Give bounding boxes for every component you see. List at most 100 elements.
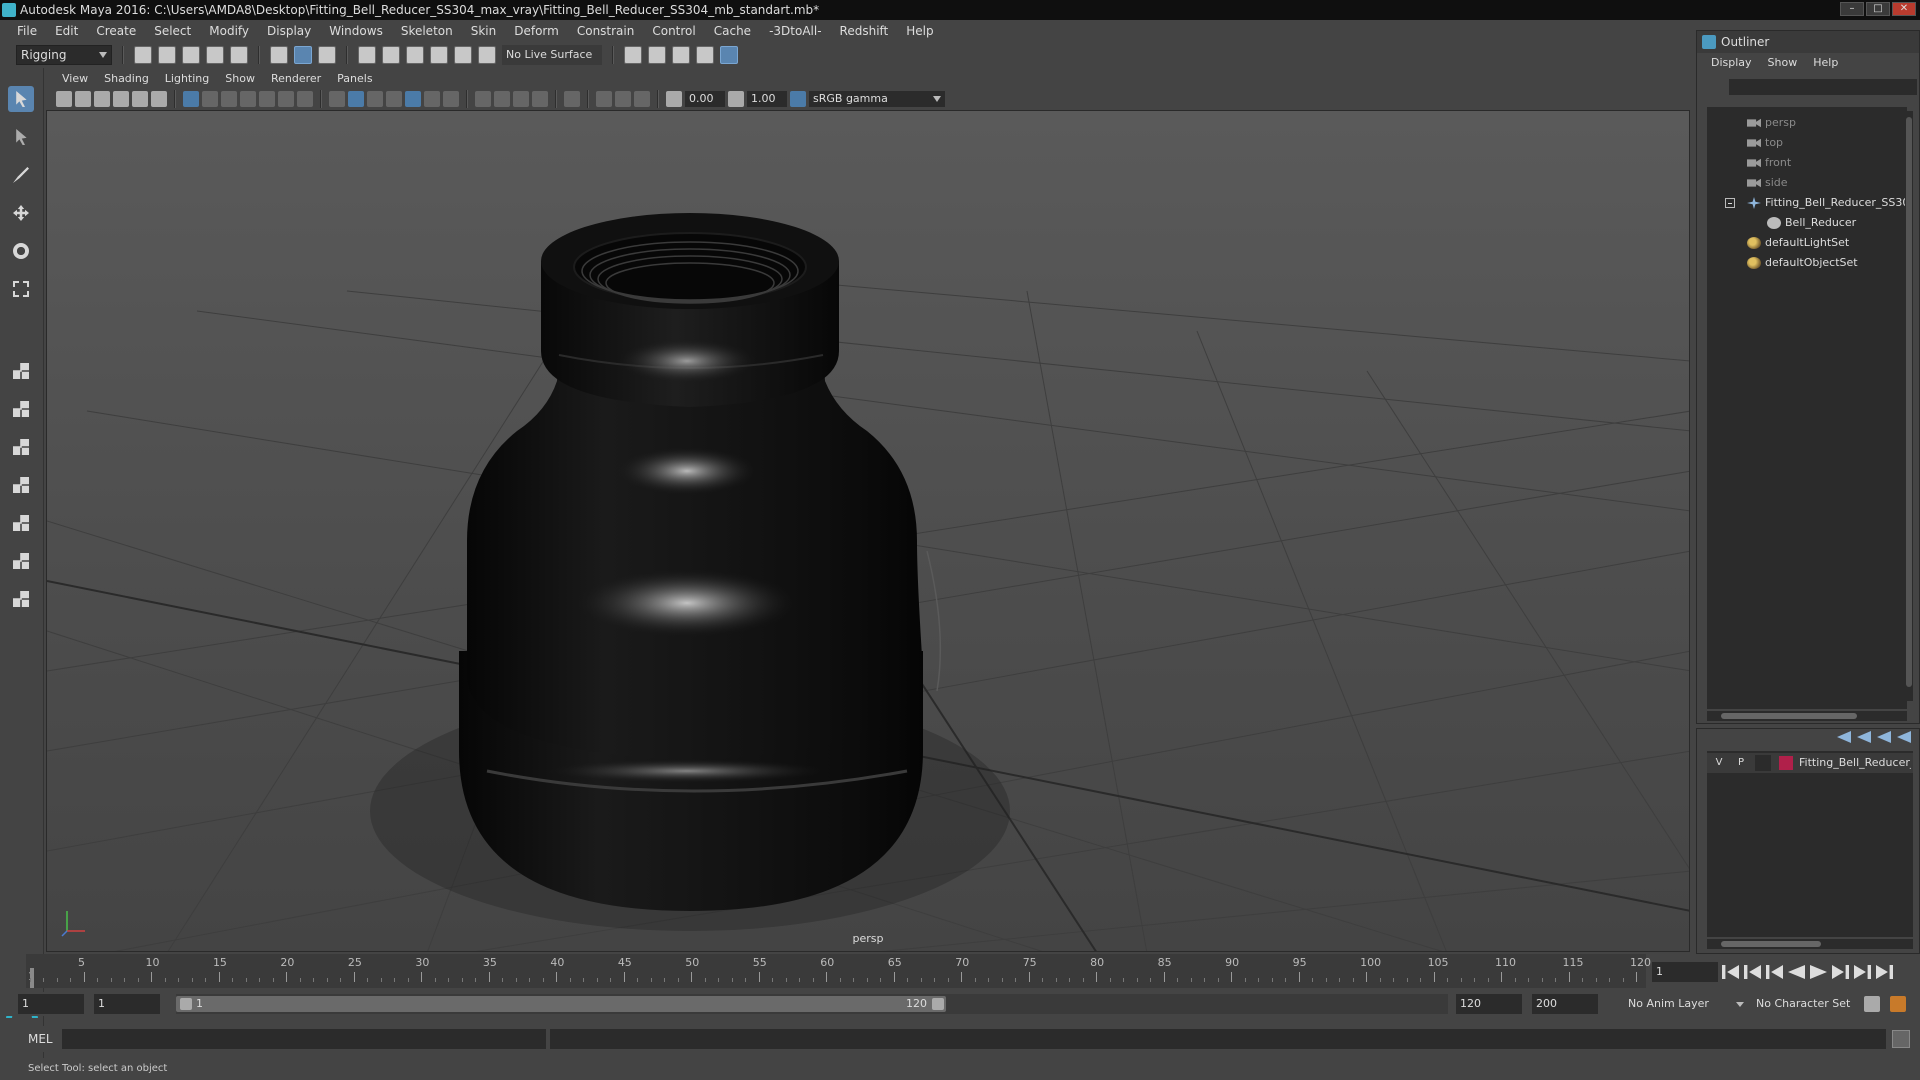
panel-menu-shading[interactable]: Shading — [96, 70, 157, 88]
menu-deform[interactable]: Deform — [505, 20, 568, 42]
menu-3dtoall[interactable]: -3DtoAll- — [760, 20, 830, 42]
select-hierarchy-icon[interactable] — [270, 46, 288, 64]
xray-icon[interactable] — [596, 91, 612, 107]
menu-constrain[interactable]: Constrain — [568, 20, 644, 42]
outliner-item[interactable]: defaultLightSet — [1707, 233, 1849, 253]
film-gate-icon[interactable] — [202, 91, 218, 107]
menu-help[interactable]: Help — [897, 20, 942, 42]
side-by-side-layout[interactable] — [8, 434, 34, 460]
snap-point-icon[interactable] — [406, 46, 424, 64]
gamma-icon[interactable] — [728, 91, 744, 107]
menuset-dropdown[interactable]: Rigging — [16, 45, 112, 65]
step-back-frame-icon[interactable] — [1766, 965, 1783, 979]
camera-attributes-icon[interactable] — [75, 91, 91, 107]
ambient-occlusion-icon[interactable] — [475, 91, 491, 107]
outliner-item[interactable]: Fitting_Bell_Reducer_SS304 — [1707, 193, 1907, 213]
exposure-field[interactable]: 0.00 — [685, 91, 725, 107]
animation-end-field[interactable]: 200 — [1532, 994, 1598, 1014]
outliner-horizontal-scrollbar[interactable] — [1707, 711, 1907, 721]
field-chart-icon[interactable] — [259, 91, 275, 107]
panel-menu-lighting[interactable]: Lighting — [157, 70, 217, 88]
undo-icon[interactable] — [206, 46, 224, 64]
menu-skeleton[interactable]: Skeleton — [392, 20, 462, 42]
range-end-handle[interactable] — [932, 998, 944, 1010]
exposure-icon[interactable] — [666, 91, 682, 107]
save-scene-icon[interactable] — [182, 46, 200, 64]
lasso-tool[interactable] — [8, 124, 34, 150]
depth-of-field-icon[interactable] — [532, 91, 548, 107]
layer-color-swatch[interactable] — [1779, 756, 1793, 770]
xray-components-icon[interactable] — [634, 91, 650, 107]
ipr-render-icon[interactable] — [672, 46, 690, 64]
command-input[interactable] — [62, 1029, 546, 1049]
scrollbar-thumb[interactable] — [1721, 941, 1821, 947]
minimize-button[interactable]: – — [1840, 2, 1864, 16]
menu-file[interactable]: File — [8, 20, 46, 42]
anti-aliasing-icon[interactable] — [513, 91, 529, 107]
persp-outliner-layout[interactable] — [8, 472, 34, 498]
new-scene-icon[interactable] — [134, 46, 152, 64]
color-management-icon[interactable] — [790, 91, 806, 107]
menu-modify[interactable]: Modify — [200, 20, 258, 42]
paint-select-tool[interactable] — [8, 162, 34, 188]
single-pane-layout[interactable] — [8, 358, 34, 384]
go-to-end-icon[interactable] — [1876, 965, 1893, 979]
layer-playback-toggle[interactable]: P — [1733, 755, 1749, 771]
scrollbar-thumb[interactable] — [1906, 117, 1912, 687]
outliner-search-input[interactable] — [1729, 79, 1917, 95]
step-forward-frame-icon[interactable] — [1832, 965, 1849, 979]
outliner-item[interactable]: persp — [1707, 113, 1796, 133]
view-transform-dropdown[interactable]: sRGB gamma — [809, 91, 945, 107]
camera-select-icon[interactable] — [56, 91, 72, 107]
bookmark-icon[interactable] — [94, 91, 110, 107]
snap-grid-icon[interactable] — [358, 46, 376, 64]
move-layer-down-icon[interactable] — [1857, 731, 1871, 743]
open-scene-icon[interactable] — [158, 46, 176, 64]
close-button[interactable]: ✕ — [1892, 2, 1916, 16]
resolution-gate-icon[interactable] — [221, 91, 237, 107]
textured-icon[interactable] — [405, 91, 421, 107]
snap-live-icon[interactable] — [454, 46, 472, 64]
persp-hypershade-layout[interactable] — [8, 548, 34, 574]
wireframe-icon[interactable] — [329, 91, 345, 107]
script-editor-icon[interactable] — [1892, 1030, 1910, 1048]
outliner-menu-show[interactable]: Show — [1760, 53, 1806, 73]
snap-curve-icon[interactable] — [382, 46, 400, 64]
step-forward-key-icon[interactable] — [1854, 965, 1871, 979]
panel-menu-view[interactable]: View — [54, 70, 96, 88]
animation-preferences-icon[interactable] — [1890, 996, 1906, 1012]
xray-joints-icon[interactable] — [615, 91, 631, 107]
outliner-menu-display[interactable]: Display — [1703, 53, 1760, 73]
image-plane-icon[interactable] — [113, 91, 129, 107]
2d-pan-zoom-icon[interactable] — [151, 91, 167, 107]
range-slider[interactable]: 1 120 — [176, 994, 1448, 1014]
custom-layout[interactable] — [8, 586, 34, 612]
play-forwards-icon[interactable] — [1810, 965, 1827, 979]
script-language-label[interactable]: MEL — [28, 1030, 53, 1048]
panel-menu-show[interactable]: Show — [217, 70, 263, 88]
shadows-icon[interactable] — [443, 91, 459, 107]
outliner-item[interactable]: side — [1707, 173, 1788, 193]
play-backwards-icon[interactable] — [1788, 965, 1805, 979]
layer-row[interactable]: V P Fitting_Bell_Reducer_SS304 — [1707, 753, 1913, 773]
four-pane-layout[interactable] — [8, 396, 34, 422]
magnet-icon[interactable] — [478, 46, 496, 64]
menu-display[interactable]: Display — [258, 20, 320, 42]
render-settings-icon[interactable] — [624, 46, 642, 64]
time-slider[interactable]: 1 51015202530354045505560657075808590951… — [26, 954, 1651, 988]
rotate-tool[interactable] — [8, 238, 34, 264]
panel-menu-panels[interactable]: Panels — [329, 70, 380, 88]
redo-icon[interactable] — [230, 46, 248, 64]
smooth-shade-icon[interactable] — [348, 91, 364, 107]
select-component-icon[interactable] — [318, 46, 336, 64]
animation-start-field[interactable]: 1 — [18, 994, 84, 1014]
hypershade-icon[interactable] — [720, 46, 738, 64]
outliner-vertical-scrollbar[interactable] — [1905, 111, 1913, 701]
go-to-start-icon[interactable] — [1722, 965, 1739, 979]
gate-mask-icon[interactable] — [240, 91, 256, 107]
outliner-item[interactable]: top — [1707, 133, 1783, 153]
layer-horizontal-scrollbar[interactable] — [1707, 939, 1913, 949]
isolate-select-icon[interactable] — [564, 91, 580, 107]
menu-select[interactable]: Select — [145, 20, 200, 42]
scale-tool[interactable] — [8, 276, 34, 302]
